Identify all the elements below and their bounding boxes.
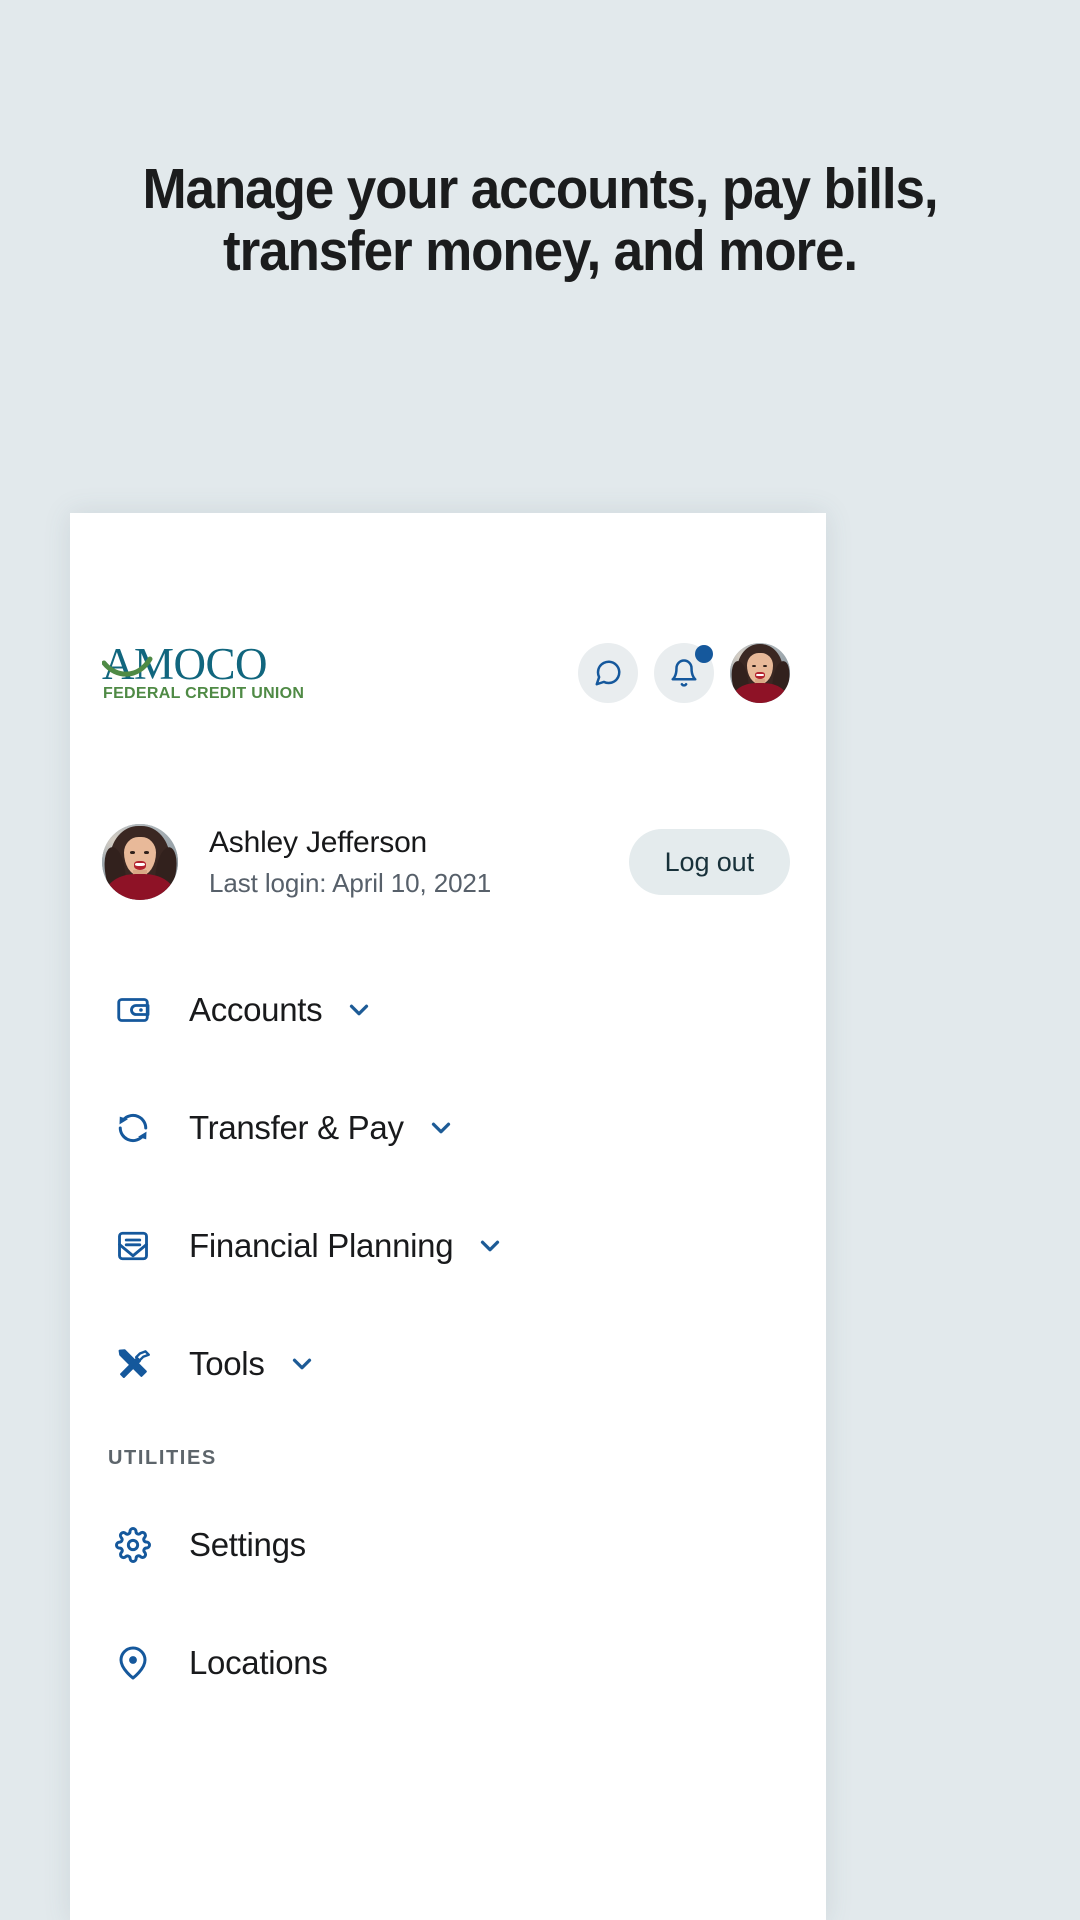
transfer-arrows-icon	[108, 1103, 158, 1153]
user-profile-text: Ashley Jefferson Last login: April 10, 2…	[209, 825, 491, 899]
logout-button[interactable]: Log out	[628, 829, 790, 895]
nav-item-label: Settings	[189, 1526, 306, 1563]
nav-item-settings[interactable]: Settings	[70, 1486, 826, 1604]
nav-item-label: Locations	[189, 1644, 328, 1681]
svg-text:FEDERAL CREDIT UNION: FEDERAL CREDIT UNION	[103, 685, 304, 702]
nav-item-label: Tools	[189, 1345, 265, 1382]
chat-bubble-icon	[593, 658, 623, 688]
notifications-button[interactable]	[654, 643, 714, 703]
chevron-down-icon[interactable]	[287, 1349, 317, 1379]
user-profile-row: Ashley Jefferson Last login: April 10, 2…	[102, 812, 790, 912]
open-envelope-icon	[108, 1221, 158, 1271]
amoco-logo[interactable]: AMOCO FEDERAL CREDIT UNION	[102, 643, 317, 705]
map-pin-icon	[108, 1638, 158, 1688]
user-name: Ashley Jefferson	[209, 826, 428, 859]
utilities-section-label: UTILITIES	[108, 1447, 217, 1469]
nav-item-accounts[interactable]: Accounts	[70, 951, 826, 1069]
app-preview-card: AMOCO FEDERAL CREDIT UNION Ashley Jeffer…	[70, 513, 826, 1920]
page-title: Manage your accounts, pay bills, transfe…	[75, 158, 1005, 282]
nav-item-transfer-and-pay[interactable]: Transfer & Pay	[70, 1069, 826, 1187]
nav-item-label: Transfer & Pay	[189, 1109, 404, 1146]
app-screenshot: Manage your accounts, pay bills, transfe…	[0, 0, 1080, 1920]
avatar[interactable]	[102, 824, 178, 900]
bell-icon	[669, 658, 699, 688]
svg-text:AMOCO: AMOCO	[102, 643, 267, 689]
gear-icon	[108, 1520, 158, 1570]
main-navigation: Accounts Transfer & Pay Financial Planni…	[70, 951, 826, 1722]
nav-item-locations[interactable]: Locations	[70, 1604, 826, 1722]
messages-button[interactable]	[578, 643, 638, 703]
header-actions	[578, 643, 790, 703]
chevron-down-icon[interactable]	[426, 1113, 456, 1143]
last-login-text: Last login: April 10, 2021	[209, 868, 492, 898]
nav-item-label: Accounts	[189, 991, 323, 1028]
nav-item-financial-planning[interactable]: Financial Planning	[70, 1187, 826, 1305]
chevron-down-icon[interactable]	[344, 995, 374, 1025]
account-avatar-button[interactable]	[730, 643, 790, 703]
chevron-down-icon[interactable]	[475, 1231, 505, 1261]
page-title-line-2: transfer money, and more.	[223, 219, 858, 283]
hammer-screwdriver-icon	[108, 1339, 158, 1389]
notification-badge	[695, 645, 713, 663]
nav-item-label: Financial Planning	[189, 1227, 454, 1264]
card-header: AMOCO FEDERAL CREDIT UNION	[70, 513, 826, 703]
wallet-icon	[108, 985, 158, 1035]
nav-item-tools[interactable]: Tools	[70, 1305, 826, 1423]
page-title-line-1: Manage your accounts, pay bills,	[142, 157, 938, 221]
